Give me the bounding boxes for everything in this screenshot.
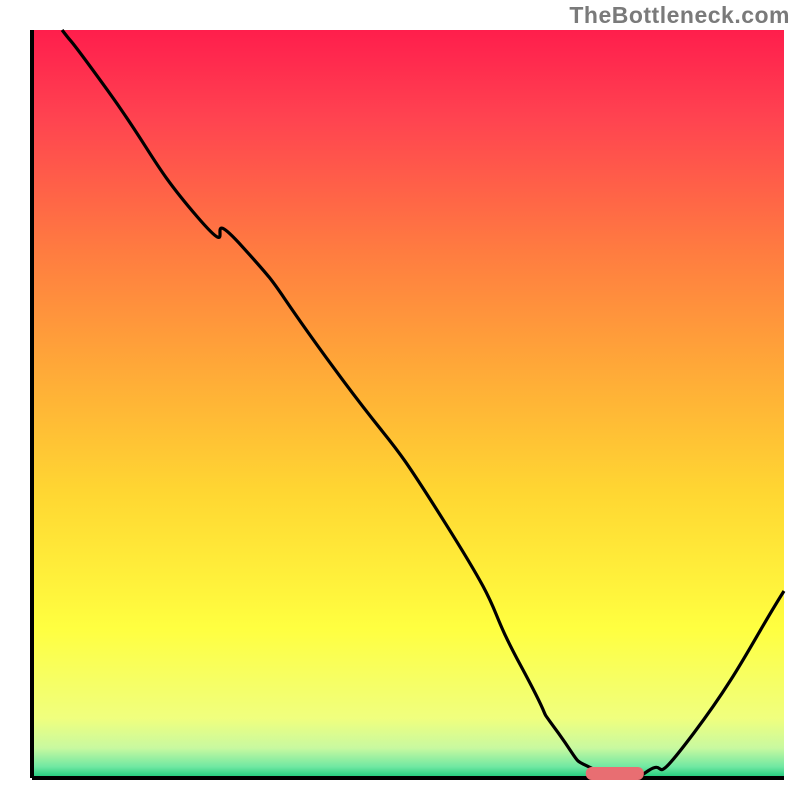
bottleneck-chart bbox=[0, 0, 800, 800]
plot-background bbox=[32, 30, 784, 778]
recommended-marker bbox=[586, 767, 644, 780]
watermark-text: TheBottleneck.com bbox=[569, 2, 790, 29]
chart-container: TheBottleneck.com bbox=[0, 0, 800, 800]
